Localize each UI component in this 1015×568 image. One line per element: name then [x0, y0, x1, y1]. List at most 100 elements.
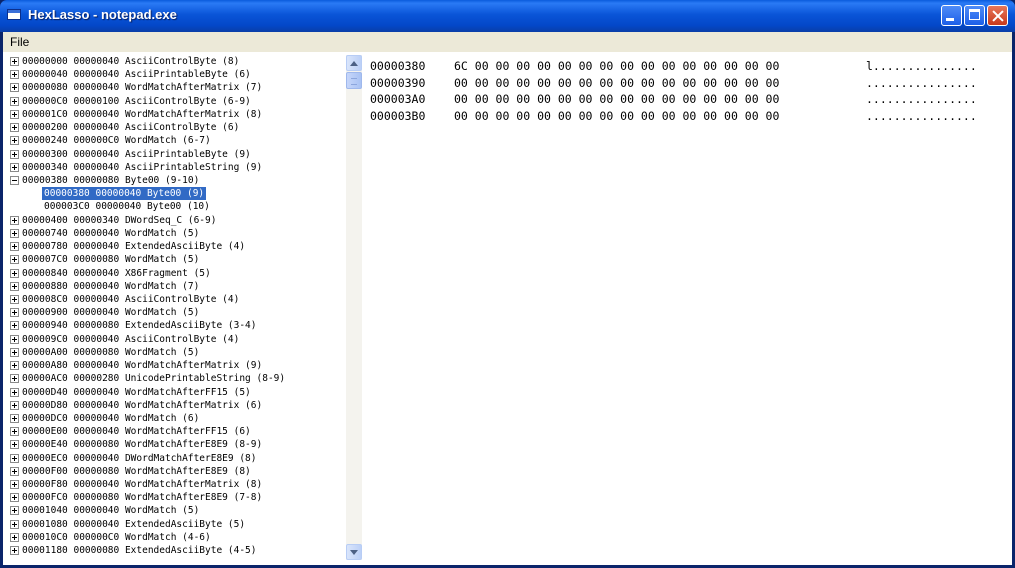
expand-icon[interactable]: [10, 228, 19, 238]
tree-node-label: 000008C0 00000040 AsciiControlByte (4): [22, 293, 240, 305]
tree-node-label: 000010C0 000000C0 WordMatch (4-6): [22, 531, 211, 543]
tree-node-label: 00000EC0 00000040 DWordMatchAfterE8E9 (8…: [22, 452, 257, 464]
expand-icon[interactable]: [10, 321, 19, 331]
expand-icon[interactable]: [10, 480, 19, 490]
hex-bytes: 00 00 00 00 00 00 00 00 00 00 00 00 00 0…: [454, 92, 780, 107]
tree-node-label: 000001C0 00000040 WordMatchAfterMatrix (…: [22, 108, 263, 120]
maximize-icon[interactable]: [964, 5, 985, 26]
expand-icon[interactable]: [10, 506, 19, 516]
app-window: HexLasso - notepad.exe File 00000000 000…: [0, 0, 1015, 568]
tree-node-label: 00000D80 00000040 WordMatchAfterMatrix (…: [22, 399, 263, 411]
tree-node-label: 00000400 00000340 DWordSeq_C (6-9): [22, 214, 217, 226]
expand-icon[interactable]: [10, 242, 19, 252]
expand-icon[interactable]: [10, 427, 19, 437]
expand-icon[interactable]: [10, 387, 19, 397]
expand-icon[interactable]: [10, 413, 19, 423]
hex-ascii: l...............: [866, 59, 977, 73]
expand-icon[interactable]: [10, 334, 19, 344]
tree-node-label: 00000880 00000040 WordMatch (7): [22, 280, 200, 292]
tree-node-label: 00000AC0 00000280 UnicodePrintableString…: [22, 373, 286, 385]
tree-node-label: 00000380 00000080 Byte00 (9-10): [22, 174, 200, 186]
expand-icon[interactable]: [10, 83, 19, 93]
expand-icon[interactable]: [10, 532, 19, 542]
tree-node-label: 00000940 00000080 ExtendedAsciiByte (3-4…: [22, 320, 257, 332]
expand-icon[interactable]: [10, 453, 19, 463]
tree-node-label: 00000D40 00000040 WordMatchAfterFF15 (5): [22, 386, 251, 398]
expand-icon[interactable]: [10, 149, 19, 159]
expand-icon[interactable]: [10, 347, 19, 357]
expand-icon[interactable]: [10, 268, 19, 278]
expand-icon[interactable]: [10, 361, 19, 371]
tree-node-label: 00001040 00000040 WordMatch (5): [22, 505, 200, 517]
expand-icon[interactable]: [10, 374, 19, 384]
tree-node-label: 00000900 00000040 WordMatch (5): [22, 307, 200, 319]
expand-icon[interactable]: [10, 519, 19, 529]
expand-icon[interactable]: [10, 493, 19, 503]
expand-icon[interactable]: [10, 57, 19, 66]
tree-node-label: 00000F80 00000040 WordMatchAfterMatrix (…: [22, 479, 263, 491]
hex-ascii: ................: [866, 92, 977, 107]
hex-address: 00000390: [370, 75, 426, 90]
expand-icon[interactable]: [10, 308, 19, 318]
tree-node-label: 00001180 00000080 ExtendedAsciiByte (4-5…: [22, 545, 257, 557]
tree-node-label: 000009C0 00000040 AsciiControlByte (4): [22, 333, 240, 345]
app-window-icon[interactable]: [7, 9, 21, 20]
client-area: 00000000 00000040 AsciiControlByte (8) 00…: [3, 52, 1012, 565]
hex-bytes: 00 00 00 00 00 00 00 00 00 00 00 00 00 0…: [454, 75, 780, 90]
tree-node-label: 00000DC0 00000040 WordMatch (6): [22, 412, 200, 424]
minimize-icon[interactable]: [941, 5, 962, 26]
tree-node-label: 00000F00 00000080 WordMatchAfterE8E9 (8): [22, 465, 251, 477]
tree-node-label: 000007C0 00000080 WordMatch (5): [22, 254, 200, 266]
hex-view[interactable]: 00000380 6C 00 00 00 00 00 00 00 00 00 00…: [370, 58, 1010, 558]
tree-node-label: 00000E40 00000080 WordMatchAfterE8E9 (8-…: [22, 439, 263, 451]
hex-bytes: 00 00 00 00 00 00 00 00 00 00 00 00 00 0…: [454, 108, 780, 123]
tree-node-label: 00000240 000000C0 WordMatch (6-7): [22, 135, 211, 147]
expand-icon[interactable]: [10, 294, 19, 304]
expand-icon[interactable]: [10, 546, 19, 556]
hex-address: 000003A0: [370, 92, 426, 107]
tree-node-label: 00000040 00000040 AsciiPrintableByte (6): [22, 69, 251, 81]
expand-icon[interactable]: [10, 123, 19, 133]
expand-icon[interactable]: [10, 255, 19, 265]
menu-file[interactable]: File: [10, 35, 29, 49]
expand-icon[interactable]: [10, 109, 19, 119]
close-icon[interactable]: [987, 5, 1008, 26]
expand-icon[interactable]: [10, 400, 19, 410]
scroll-down-button[interactable]: [346, 544, 362, 560]
tree-node-label: 00000300 00000040 AsciiPrintableByte (9): [22, 148, 251, 160]
window-title: HexLasso - notepad.exe: [28, 7, 177, 22]
tree-node-label: 00000200 00000040 AsciiControlByte (6): [22, 122, 240, 134]
expand-icon[interactable]: [10, 440, 19, 450]
tree-node-label: 00001080 00000040 ExtendedAsciiByte (5): [22, 518, 246, 530]
tree-node-label: 000003C0 00000040 Byte00 (10): [44, 201, 210, 213]
tree-scrollbar[interactable]: [346, 55, 362, 560]
hex-ascii: ................: [866, 108, 977, 123]
tree-node-label: 00000A80 00000040 WordMatchAfterMatrix (…: [22, 360, 263, 372]
tree-node-label: 00000740 00000040 WordMatch (5): [22, 227, 200, 239]
tree-node-label: 00000080 00000040 WordMatchAfterMatrix (…: [22, 82, 263, 94]
expand-icon[interactable]: [10, 96, 19, 106]
collapse-icon[interactable]: [10, 175, 19, 185]
menu-bar: File: [3, 32, 1012, 52]
expand-icon[interactable]: [10, 136, 19, 146]
title-bar[interactable]: HexLasso - notepad.exe: [0, 0, 1015, 32]
hex-address: 00000380: [370, 59, 426, 73]
expand-icon[interactable]: [10, 466, 19, 476]
hex-ascii: ................: [866, 75, 977, 90]
expand-icon[interactable]: [10, 70, 19, 80]
expand-icon[interactable]: [10, 162, 19, 172]
tree-node-label: 00000780 00000040 ExtendedAsciiByte (4): [22, 241, 246, 253]
expand-icon[interactable]: [10, 281, 19, 291]
tree-node-label: 00000840 00000040 X86Fragment (5): [22, 267, 211, 279]
tree-node-label: 00000340 00000040 AsciiPrintableString (…: [22, 161, 263, 173]
hex-bytes: 6C 00 00 00 00 00 00 00 00 00 00 00 00 0…: [454, 59, 780, 73]
scroll-thumb[interactable]: [346, 72, 362, 89]
tree-node-label: 00000FC0 00000080 WordMatchAfterE8E9 (7-…: [22, 492, 263, 504]
expand-icon[interactable]: [10, 215, 19, 225]
tree-node-label: 00000000 00000040 AsciiControlByte (8): [22, 56, 240, 67]
match-tree[interactable]: 00000000 00000040 AsciiControlByte (8) 00…: [8, 55, 346, 562]
tree-node-label: 000000C0 00000100 AsciiControlByte (6-9): [22, 95, 251, 107]
tree-node-label: 00000E00 00000040 WordMatchAfterFF15 (6): [22, 426, 251, 438]
scroll-up-button[interactable]: [346, 55, 362, 71]
tree-node-label: 00000380 00000040 Byte00 (9): [40, 186, 208, 202]
